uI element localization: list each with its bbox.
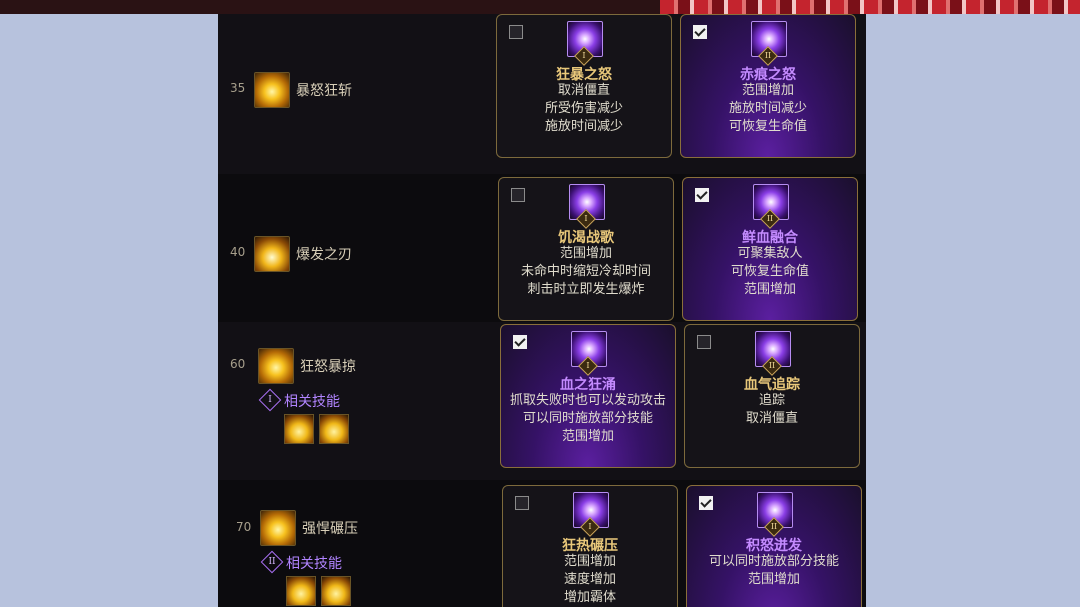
related-skill-icon[interactable]: [284, 414, 314, 444]
talent-effects: 可聚集敌人 可恢复生命值 范围增加: [730, 246, 809, 297]
skill-name: 狂怒暴掠: [300, 359, 356, 375]
related-skill-icon[interactable]: [319, 414, 349, 444]
talent-effects: 取消僵直 所受伤害减少 施放时间减少: [544, 83, 623, 134]
tier-badge: I: [258, 388, 282, 412]
talent-checkbox[interactable]: [693, 25, 707, 39]
talent-card-left[interactable]: I 血之狂涌 抓取失败时也可以发动攻击 可以同时施放部分技能 范围增加: [500, 324, 676, 468]
related-skill-icon[interactable]: [286, 576, 316, 606]
skill-name: 暴怒狂斩: [296, 83, 352, 99]
related-skills-link[interactable]: II 相关技能: [260, 550, 342, 574]
talent-panel: 35 暴怒狂斩 I 狂暴之怒 取消僵直 所受伤害减少 施放时间减少 II 赤痕之怒 …: [218, 14, 866, 607]
skill-row: 70 强悍碾压 II 相关技能 I 狂热碾压 范围增加 速度增加 增加霸体 II 积怒…: [218, 480, 866, 607]
talent-title: 饥渴战歌: [558, 230, 614, 246]
skill-name: 爆发之刃: [296, 247, 352, 263]
talent-card-left[interactable]: I 狂热碾压 范围增加 速度增加 增加霸体: [502, 485, 678, 607]
skill-icon: [258, 348, 294, 384]
banner-decoration: [660, 0, 1080, 14]
talent-card-right[interactable]: II 鲜血融合 可聚集敌人 可恢复生命值 范围增加: [682, 177, 858, 321]
talent-checkbox[interactable]: [515, 496, 529, 510]
talent-effects: 范围增加 速度增加 增加霸体: [563, 554, 616, 605]
talent-effects: 抓取失败时也可以发动攻击 可以同时施放部分技能 范围增加: [509, 393, 666, 444]
talent-title: 鲜血融合: [742, 230, 798, 246]
talent-effects: 可以同时施放部分技能 范围增加: [708, 554, 839, 587]
talent-title: 赤痕之怒: [740, 67, 796, 83]
tier-badge: II: [260, 550, 284, 574]
talent-title: 狂热碾压: [562, 538, 618, 554]
related-skills-link[interactable]: I 相关技能: [258, 388, 340, 412]
talent-title: 血之狂涌: [560, 377, 616, 393]
skill-level: 60: [230, 357, 246, 371]
talent-card-left[interactable]: I 狂暴之怒 取消僵直 所受伤害减少 施放时间减少: [496, 14, 672, 158]
talent-checkbox[interactable]: [511, 188, 525, 202]
talent-effects: 追踪 取消僵直: [745, 393, 798, 426]
top-banner: [0, 0, 1080, 14]
talent-checkbox[interactable]: [699, 496, 713, 510]
talent-title: 积怒迸发: [746, 538, 802, 554]
talent-checkbox[interactable]: [697, 335, 711, 349]
talent-card-right[interactable]: II 积怒迸发 可以同时施放部分技能 范围增加: [686, 485, 862, 607]
talent-card-right[interactable]: II 赤痕之怒 范围增加 施放时间减少 可恢复生命值: [680, 14, 856, 158]
skill-level: 40: [230, 245, 246, 259]
talent-checkbox[interactable]: [695, 188, 709, 202]
skill-icon: [254, 236, 290, 272]
skill-row: 60 狂怒暴掠 I 相关技能 I 血之狂涌 抓取失败时也可以发动攻击 可以同时施放部…: [218, 322, 866, 480]
related-skill-icon[interactable]: [321, 576, 351, 606]
skill-icon: [254, 72, 290, 108]
skill-level: 35: [230, 81, 246, 95]
skill-row: 35 暴怒狂斩 I 狂暴之怒 取消僵直 所受伤害减少 施放时间减少 II 赤痕之怒 …: [218, 14, 866, 174]
talent-title: 狂暴之怒: [556, 67, 612, 83]
talent-card-right[interactable]: II 血气追踪 追踪 取消僵直: [684, 324, 860, 468]
skill-icon: [260, 510, 296, 546]
talent-title: 血气追踪: [744, 377, 800, 393]
skill-level: 70: [236, 520, 252, 534]
skill-name: 强悍碾压: [302, 521, 358, 537]
skill-row: 40 爆发之刃 I 饥渴战歌 范围增加 未命中时缩短冷却时间 刺击时立即发生爆炸 I…: [218, 174, 866, 322]
talent-card-left[interactable]: I 饥渴战歌 范围增加 未命中时缩短冷却时间 刺击时立即发生爆炸: [498, 177, 674, 321]
talent-checkbox[interactable]: [513, 335, 527, 349]
talent-effects: 范围增加 施放时间减少 可恢复生命值: [728, 83, 807, 134]
talent-effects: 范围增加 未命中时缩短冷却时间 刺击时立即发生爆炸: [520, 246, 651, 297]
talent-checkbox[interactable]: [509, 25, 523, 39]
